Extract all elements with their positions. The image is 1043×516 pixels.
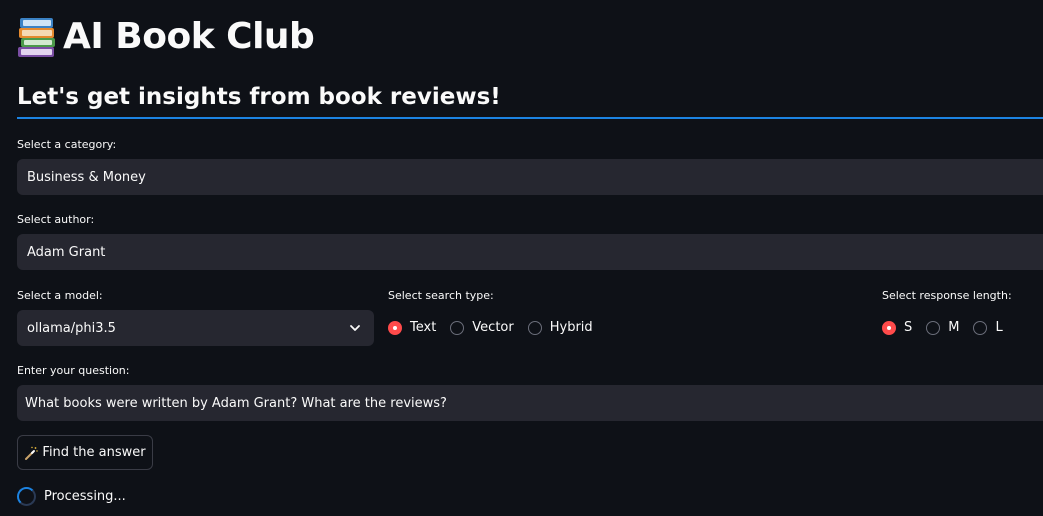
author-value: Adam Grant xyxy=(27,244,106,260)
radio-checked-icon[interactable] xyxy=(882,320,896,335)
search-type-option-label: Text xyxy=(410,320,437,335)
search-type-option-label: Hybrid xyxy=(549,320,593,335)
find-answer-button[interactable]: Find the answer xyxy=(17,435,153,470)
category-label: Select a category: xyxy=(17,138,117,151)
response-length-option-l[interactable]: L xyxy=(973,320,1003,335)
question-input[interactable] xyxy=(17,385,1043,421)
search-type-option-label: Vector xyxy=(472,320,514,335)
radio-unchecked-icon[interactable] xyxy=(527,320,542,335)
search-type-option-hybrid[interactable]: Hybrid xyxy=(527,320,593,335)
page-title: AI Book Club xyxy=(17,14,315,60)
subheader: Let's get insights from book reviews! xyxy=(17,84,501,110)
app-page: AI Book Club Let's get insights from boo… xyxy=(0,0,1043,516)
chevron-down-icon[interactable] xyxy=(349,322,361,334)
response-length-option-label: M xyxy=(948,320,960,335)
radio-unchecked-icon[interactable] xyxy=(926,320,941,335)
processing-text: Processing... xyxy=(44,489,126,504)
question-label: Enter your question: xyxy=(17,364,130,377)
search-type-option-text[interactable]: Text xyxy=(388,320,436,335)
radio-unchecked-icon[interactable] xyxy=(450,320,465,335)
radio-unchecked-icon[interactable] xyxy=(973,320,988,335)
search-type-radio-group: Text Vector Hybrid xyxy=(388,320,607,335)
response-length-label: Select response length: xyxy=(882,289,1012,302)
author-label: Select author: xyxy=(17,213,95,226)
model-value: ollama/phi3.5 xyxy=(27,320,116,336)
books-icon xyxy=(18,18,55,57)
response-length-option-label: L xyxy=(995,320,1003,335)
category-select[interactable]: Business & Money xyxy=(17,159,1043,195)
model-label: Select a model: xyxy=(17,289,103,302)
find-answer-label: Find the answer xyxy=(42,445,146,460)
app-title: AI Book Club xyxy=(63,16,315,57)
response-length-option-label: S xyxy=(904,320,913,335)
search-type-option-vector[interactable]: Vector xyxy=(450,320,514,335)
model-select[interactable]: ollama/phi3.5 xyxy=(17,310,374,346)
response-length-radio-group: S M L xyxy=(882,320,1017,335)
author-select[interactable]: Adam Grant xyxy=(17,234,1043,270)
processing-status: Processing... xyxy=(17,487,126,506)
radio-checked-icon[interactable] xyxy=(388,320,402,335)
response-length-option-m[interactable]: M xyxy=(926,320,959,335)
response-length-option-s[interactable]: S xyxy=(882,320,912,335)
search-type-label: Select search type: xyxy=(388,289,494,302)
category-value: Business & Money xyxy=(27,169,146,185)
spinner-icon xyxy=(17,487,36,506)
subheader-divider xyxy=(17,117,1043,119)
magic-wand-icon xyxy=(25,446,39,460)
